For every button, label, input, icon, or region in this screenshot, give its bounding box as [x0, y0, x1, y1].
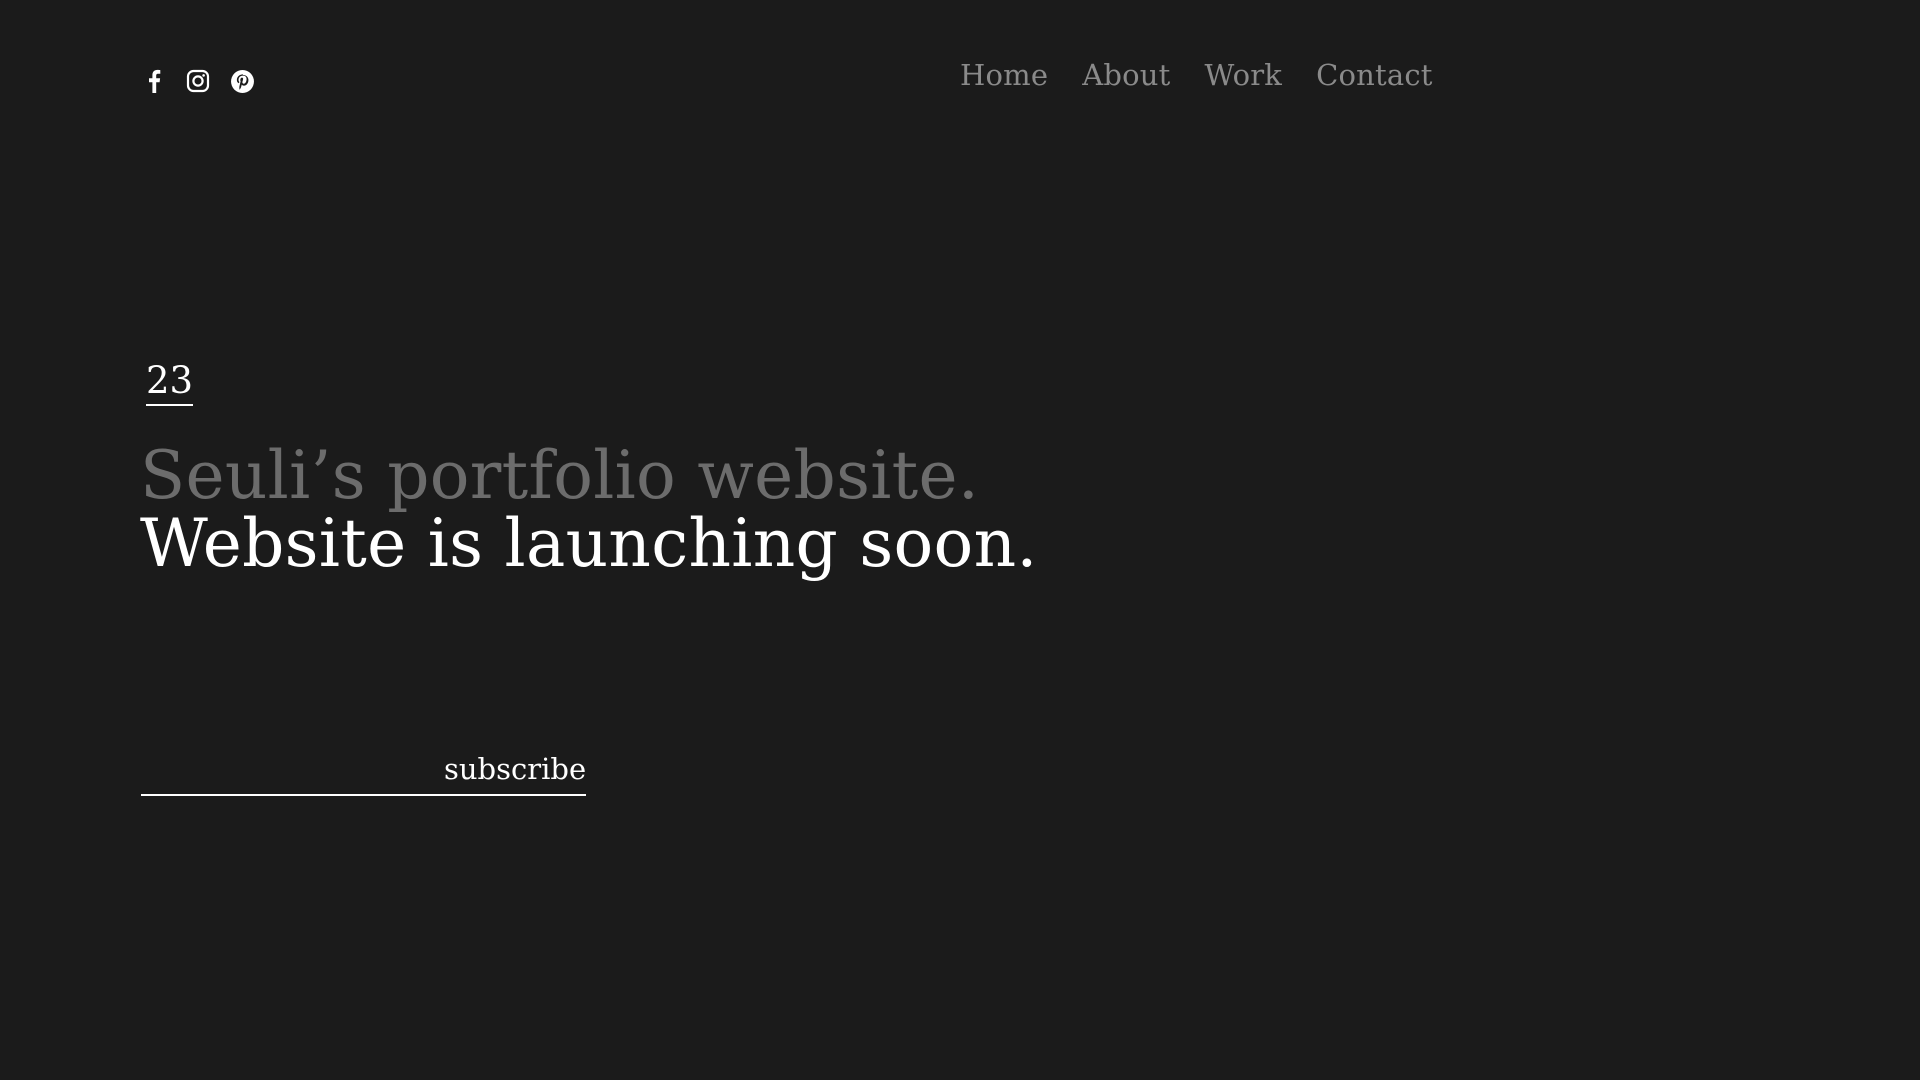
email-field[interactable] [141, 750, 444, 794]
nav-about[interactable]: About [1082, 58, 1170, 92]
social-links [141, 68, 255, 94]
subscribe-form: subscribe [141, 744, 586, 796]
main-nav: Home About Work Contact [960, 58, 1433, 92]
hero-headline: Seuli’s portfolio website. Website is la… [140, 442, 1038, 578]
facebook-icon[interactable] [141, 68, 167, 94]
instagram-icon[interactable] [185, 68, 211, 94]
nav-contact[interactable]: Contact [1316, 58, 1433, 92]
nav-work[interactable]: Work [1205, 58, 1283, 92]
countdown-number: 23 [146, 362, 194, 406]
headline-launching: Website is launching soon. [140, 505, 1038, 582]
subscribe-button[interactable]: subscribe [444, 752, 588, 794]
nav-home[interactable]: Home [960, 58, 1048, 92]
pinterest-icon[interactable] [229, 68, 255, 94]
headline-portfolio: Seuli’s portfolio website. [140, 437, 980, 514]
